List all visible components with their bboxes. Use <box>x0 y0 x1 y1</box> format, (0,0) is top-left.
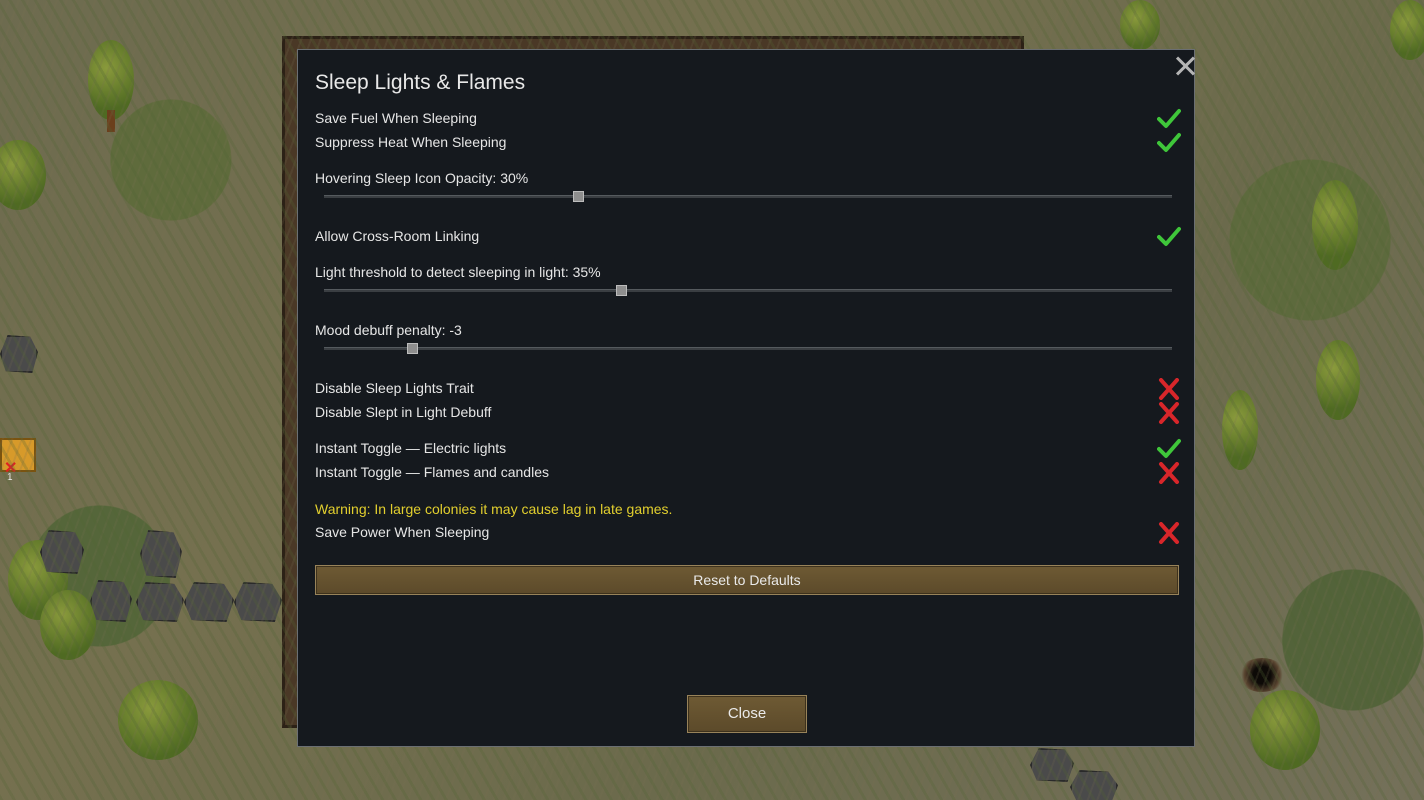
close-button[interactable]: Close <box>687 695 807 733</box>
reset-defaults-button[interactable]: Reset to Defaults <box>315 565 1179 595</box>
suppress-heat-setting[interactable]: Suppress Heat When Sleeping <box>315 132 1181 154</box>
tree <box>1312 180 1358 270</box>
setting-label: Save Power When Sleeping <box>315 524 490 540</box>
checkmark-icon[interactable] <box>1157 438 1181 460</box>
slider-track <box>324 195 1172 198</box>
tree <box>1120 0 1160 50</box>
rock <box>140 530 182 578</box>
tree <box>1316 340 1360 420</box>
save-power-setting[interactable]: Save Power When Sleeping <box>315 522 1181 544</box>
disable-debuff-setting[interactable]: Disable Slept in Light Debuff <box>315 402 1181 424</box>
lag-warning-text: Warning: In large colonies it may cause … <box>315 501 673 517</box>
setting-label: Save Fuel When Sleeping <box>315 110 477 126</box>
tree <box>0 140 46 210</box>
slider-handle[interactable] <box>407 343 419 354</box>
forbidden-x-icon: ✕ <box>4 460 18 477</box>
rock <box>90 580 132 622</box>
tree <box>40 590 96 660</box>
checkmark-icon[interactable] <box>1157 132 1181 154</box>
tree <box>1390 0 1424 60</box>
dialog-title: Sleep Lights & Flames <box>315 71 526 94</box>
tree <box>118 680 198 760</box>
setting-label: Disable Slept in Light Debuff <box>315 404 492 420</box>
rock <box>0 335 38 373</box>
slider-track <box>324 347 1172 350</box>
setting-label: Suppress Heat When Sleeping <box>315 134 507 150</box>
setting-label: Instant Toggle — Electric lights <box>315 440 507 456</box>
cross-icon[interactable] <box>1157 378 1181 400</box>
setting-label: Disable Sleep Lights Trait <box>315 380 474 396</box>
instant-flames-setting[interactable]: Instant Toggle — Flames and candles <box>315 462 1181 484</box>
slider-handle[interactable] <box>573 191 585 202</box>
rock <box>40 530 84 574</box>
mod-settings-dialog: Sleep Lights & Flames Save Fuel When Sle… <box>297 49 1195 747</box>
save-fuel-setting[interactable]: Save Fuel When Sleeping <box>315 108 1181 130</box>
cross-room-setting[interactable]: Allow Cross-Room Linking <box>315 226 1181 248</box>
tree <box>1222 390 1258 470</box>
tree <box>88 40 134 120</box>
cross-icon[interactable] <box>1157 402 1181 424</box>
stockpile-crate[interactable] <box>0 438 36 472</box>
close-x-icon[interactable] <box>1174 54 1196 76</box>
crate-count: 1 <box>7 472 13 483</box>
animal-burrow <box>1238 658 1286 692</box>
tree <box>8 540 68 620</box>
tree <box>1250 690 1320 770</box>
instant-electric-setting[interactable]: Instant Toggle — Electric lights <box>315 438 1181 460</box>
light-threshold-slider[interactable] <box>324 284 1172 296</box>
setting-label: Allow Cross-Room Linking <box>315 228 480 244</box>
rock <box>234 582 282 622</box>
checkmark-icon[interactable] <box>1157 226 1181 248</box>
disable-trait-setting[interactable]: Disable Sleep Lights Trait <box>315 378 1181 400</box>
slider-handle[interactable] <box>615 285 627 296</box>
rock <box>136 582 184 622</box>
light-threshold-label: Light threshold to detect sleeping in li… <box>315 264 601 280</box>
slider-track <box>324 289 1172 292</box>
cross-icon[interactable] <box>1157 462 1181 484</box>
checkmark-icon[interactable] <box>1157 108 1181 130</box>
cross-icon[interactable] <box>1157 522 1181 544</box>
icon-opacity-label: Hovering Sleep Icon Opacity: 30% <box>315 170 529 186</box>
mood-penalty-slider[interactable] <box>324 342 1172 354</box>
rock <box>184 582 234 622</box>
mood-penalty-label: Mood debuff penalty: -3 <box>315 322 462 338</box>
rock <box>1030 748 1074 782</box>
icon-opacity-slider[interactable] <box>324 190 1172 202</box>
setting-label: Instant Toggle — Flames and candles <box>315 464 549 480</box>
rock <box>1070 770 1118 800</box>
